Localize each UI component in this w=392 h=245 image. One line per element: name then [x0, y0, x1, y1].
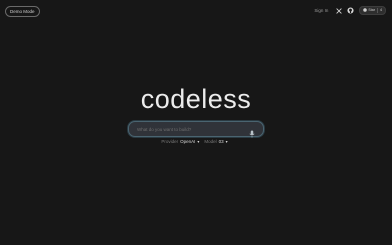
- star-label: Star: [368, 8, 375, 12]
- page: Demo Mode Sign In Star 4 codeless What d…: [0, 0, 392, 245]
- prompt-search-bar[interactable]: [128, 121, 264, 138]
- model-selectors: Provider OpenAI ▾ Model 03 ▾: [0, 139, 392, 144]
- sign-in-link[interactable]: Sign In: [314, 8, 328, 13]
- prompt-input[interactable]: [137, 122, 245, 136]
- logo-wordmark: codeless: [140, 84, 252, 114]
- star-count: 4: [380, 8, 382, 12]
- demo-mode-button[interactable]: Demo Mode: [5, 6, 40, 17]
- github-star-button[interactable]: Star 4: [359, 6, 386, 15]
- top-navigation: Sign In Star 4: [314, 5, 386, 16]
- provider-label: Provider: [161, 139, 179, 144]
- provider-select[interactable]: OpenAI: [180, 139, 195, 144]
- model-select[interactable]: 03: [219, 139, 224, 144]
- chevron-down-icon[interactable]: ▾: [197, 139, 199, 144]
- star-divider: [377, 8, 378, 13]
- github-icon[interactable]: [346, 7, 354, 15]
- x-icon[interactable]: [335, 7, 343, 15]
- model-label: Model: [204, 139, 217, 144]
- microphone-icon[interactable]: [249, 125, 255, 138]
- chevron-down-icon[interactable]: ▾: [226, 139, 228, 144]
